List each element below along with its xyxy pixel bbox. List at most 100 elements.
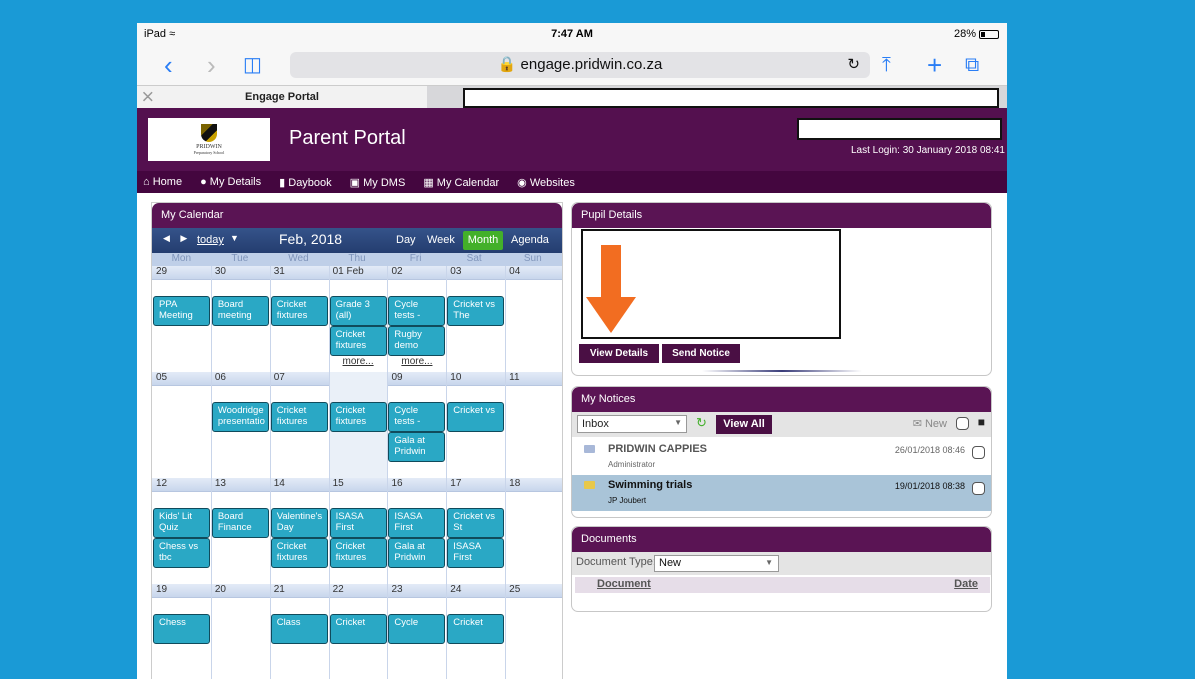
bookmarks-icon[interactable]: ◫: [243, 50, 262, 80]
day-number[interactable]: 22: [329, 584, 388, 597]
calendar-event[interactable]: Board Finance: [211, 508, 269, 538]
close-tab-icon[interactable]: ⨉: [143, 86, 153, 108]
day-number[interactable]: 21: [270, 584, 329, 597]
day-number[interactable]: 06: [211, 372, 270, 385]
day-number[interactable]: 07: [270, 372, 329, 385]
day-number[interactable]: 30: [211, 266, 270, 279]
menu-my-calendar[interactable]: ▦ My Calendar: [423, 176, 499, 189]
notice-checkbox[interactable]: [972, 482, 985, 495]
calendar-event[interactable]: Grade 3 (all): [329, 296, 387, 326]
prev-next-arrows[interactable]: ◀ ▶: [163, 233, 191, 244]
view-agenda[interactable]: Agenda: [511, 234, 549, 246]
calendar-event[interactable]: Woodridge presentatio: [211, 402, 269, 432]
view-all-button[interactable]: View All: [716, 415, 772, 434]
day-number[interactable]: 02: [387, 266, 446, 279]
url-bar[interactable]: 🔒 engage.pridwin.co.za ↻: [290, 52, 870, 78]
calendar-event[interactable]: Chess vs tbc: [153, 538, 210, 568]
notice-checkbox[interactable]: [972, 446, 985, 459]
trash-icon[interactable]: ■: [978, 415, 985, 429]
new-tab-icon[interactable]: +: [927, 50, 942, 80]
calendar-event[interactable]: PPA Meeting: [153, 296, 210, 326]
calendar-event[interactable]: Gala at Pridwin: [388, 538, 446, 568]
calendar-event[interactable]: ISASA First: [447, 538, 505, 568]
select-all-checkbox[interactable]: [956, 417, 969, 430]
day-number[interactable]: 18: [505, 478, 562, 491]
tab-engage-portal[interactable]: ⨉ Engage Portal: [137, 86, 427, 108]
day-number[interactable]: 12: [152, 478, 211, 491]
portal-header: PRIDWIN Preparatory School Parent Portal…: [137, 108, 1007, 171]
day-number[interactable]: 24: [446, 584, 505, 597]
day-number[interactable]: 11: [505, 372, 562, 385]
calendar-event[interactable]: Valentine's Day: [270, 508, 328, 538]
day-number[interactable]: 09: [387, 372, 446, 385]
calendar-event[interactable]: Class: [270, 614, 328, 644]
day-number[interactable]: 14: [270, 478, 329, 491]
calendar-event[interactable]: Cricket fixtures: [270, 538, 328, 568]
document-type-select[interactable]: New ▼: [654, 555, 779, 572]
calendar-event[interactable]: Cricket fixtures: [270, 402, 328, 432]
day-number[interactable]: 19: [152, 584, 211, 597]
menu-websites[interactable]: ◉ Websites: [517, 176, 575, 189]
column-document[interactable]: Document: [597, 578, 651, 590]
new-notice-button[interactable]: ✉ New: [913, 417, 947, 430]
refresh-icon[interactable]: ↻: [696, 415, 707, 431]
day-number[interactable]: 15: [329, 478, 388, 491]
today-link[interactable]: today: [197, 234, 224, 246]
calendar-event[interactable]: Cricket vs St: [447, 508, 505, 538]
calendar-icon: ▦: [423, 176, 434, 189]
calendar-event[interactable]: Kids' Lit Quiz: [153, 508, 210, 538]
view-details-button[interactable]: View Details: [579, 344, 659, 363]
view-day[interactable]: Day: [396, 234, 416, 246]
day-number[interactable]: 05: [152, 372, 211, 385]
tabs-icon[interactable]: ⧉: [965, 50, 979, 80]
page-title: Parent Portal: [289, 127, 406, 149]
more-link[interactable]: more...: [329, 356, 388, 367]
day-number[interactable]: 17: [446, 478, 505, 491]
day-number[interactable]: 25: [505, 584, 562, 597]
column-date[interactable]: Date: [954, 578, 978, 590]
menu-home[interactable]: ⌂ Home: [143, 176, 182, 188]
day-number[interactable]: 20: [211, 584, 270, 597]
back-icon[interactable]: ‹: [164, 50, 173, 80]
day-number[interactable]: 03: [446, 266, 505, 279]
calendar-event[interactable]: Cricket vs The: [447, 296, 505, 326]
menu-my-dms[interactable]: ▣ My DMS: [350, 176, 406, 189]
chevron-down-icon[interactable]: ▼: [230, 233, 239, 243]
day-number[interactable]: 01 Feb: [329, 266, 388, 279]
day-number[interactable]: 13: [211, 478, 270, 491]
calendar-event[interactable]: Cricket fixtures: [329, 538, 387, 568]
forward-icon[interactable]: ›: [207, 50, 216, 80]
share-icon[interactable]: ⤒: [882, 50, 891, 80]
calendar-event[interactable]: Gala at Pridwin: [388, 432, 446, 462]
calendar-event[interactable]: Cricket vs: [447, 402, 505, 432]
calendar-event[interactable]: ISASA First: [388, 508, 446, 538]
calendar-event[interactable]: Rugby demo: [388, 326, 446, 356]
calendar-event[interactable]: Cricket fixtures: [329, 402, 387, 432]
notice-row[interactable]: Swimming trials JP Joubert 19/01/2018 08…: [572, 475, 991, 511]
calendar-event[interactable]: Cricket: [329, 614, 387, 644]
calendar-event[interactable]: Cycle tests -: [388, 402, 446, 432]
folder-select[interactable]: Inbox ▼: [577, 415, 687, 433]
calendar-event[interactable]: Cycle tests -: [388, 296, 446, 326]
day-number[interactable]: 31: [270, 266, 329, 279]
calendar-event[interactable]: Cricket fixtures: [270, 296, 328, 326]
calendar-event[interactable]: Board meeting: [211, 296, 269, 326]
view-month[interactable]: Month: [463, 231, 503, 250]
calendar-event[interactable]: Cricket fixtures: [329, 326, 387, 356]
calendar-event[interactable]: Cycle: [388, 614, 446, 644]
view-week[interactable]: Week: [427, 234, 455, 246]
day-number[interactable]: 16: [387, 478, 446, 491]
day-number[interactable]: 23: [387, 584, 446, 597]
send-notice-button[interactable]: Send Notice: [662, 344, 740, 363]
notice-row[interactable]: PRIDWIN CAPPIES Administrator 26/01/2018…: [572, 439, 991, 475]
calendar-event[interactable]: ISASA First: [329, 508, 387, 538]
day-number[interactable]: 29: [152, 266, 211, 279]
day-number[interactable]: 04: [505, 266, 562, 279]
calendar-event[interactable]: Chess: [153, 614, 210, 644]
reload-icon[interactable]: ↻: [847, 52, 860, 78]
menu-my-details[interactable]: ● My Details: [200, 176, 261, 188]
calendar-event[interactable]: Cricket: [447, 614, 505, 644]
day-number[interactable]: 10: [446, 372, 505, 385]
menu-daybook[interactable]: ▮ Daybook: [279, 176, 332, 189]
more-link[interactable]: more...: [387, 356, 446, 367]
